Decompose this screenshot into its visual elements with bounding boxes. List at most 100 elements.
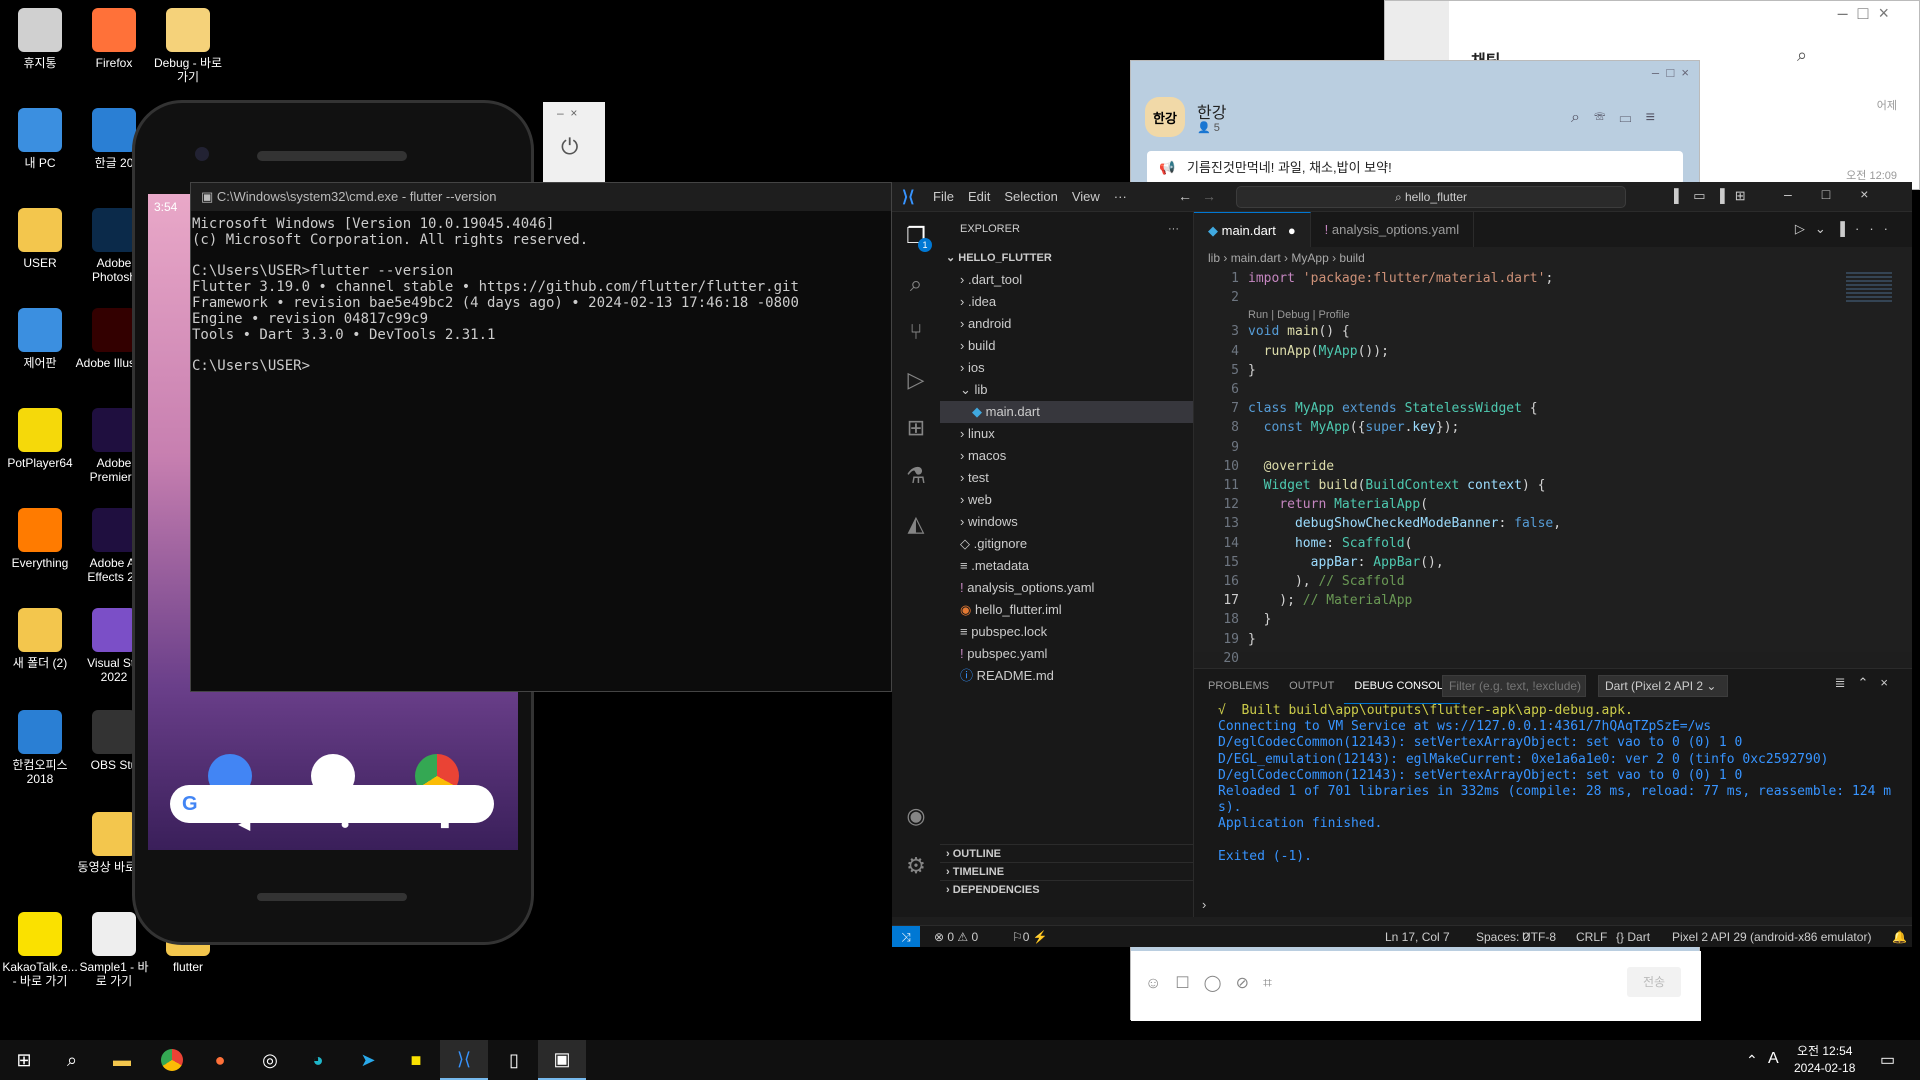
code-line[interactable]: import 'package:flutter/material.dart';	[1248, 269, 1553, 288]
desktop-icon[interactable]: KakaoTalk.e... - 바로 가기	[0, 912, 80, 988]
panel-more-icon[interactable]: ···	[1418, 677, 1431, 692]
obs-icon[interactable]: ◎	[246, 1040, 294, 1080]
menu-item[interactable]: Edit	[961, 182, 997, 212]
code-line[interactable]: void main() {	[1248, 322, 1350, 341]
search-icon[interactable]: ⌕	[1797, 45, 1807, 66]
tree-item[interactable]: ! analysis_options.yaml	[940, 577, 1193, 599]
code-line[interactable]: }	[1248, 610, 1272, 629]
nav-back-icon[interactable]: ←	[1178, 188, 1192, 204]
edge-icon[interactable]: ◕	[294, 1040, 342, 1080]
menu-item[interactable]: View	[1065, 182, 1107, 212]
notepad-icon[interactable]: ▯	[490, 1040, 538, 1080]
terminal-icon[interactable]: ▣	[538, 1040, 586, 1080]
send-button[interactable]: 전송	[1627, 967, 1681, 997]
code-line[interactable]: debugShowCheckedModeBanner: false,	[1248, 514, 1561, 533]
ports-status[interactable]: ⚐0 ⚡	[1012, 926, 1048, 948]
breadcrumb-item[interactable]: lib	[1208, 251, 1220, 265]
device-status[interactable]: Pixel 2 API 29 (android-x86 emulator)	[1672, 926, 1871, 948]
search-icon[interactable]: ⌕	[48, 1040, 96, 1080]
editor-tab[interactable]: ◆ main.dart ●	[1194, 212, 1311, 247]
editor-actions[interactable]: ▷⌄▐···	[1795, 221, 1898, 237]
tree-item[interactable]: › macos	[940, 445, 1193, 467]
tree-item[interactable]: › web	[940, 489, 1193, 511]
start-icon[interactable]: ⊞	[0, 1040, 48, 1080]
desktop-icon[interactable]: 휴지통	[0, 8, 80, 70]
testing-icon[interactable]: ⚗	[892, 452, 940, 500]
tree-item[interactable]: ◇ .gitignore	[940, 533, 1193, 555]
chrome-icon[interactable]	[148, 1040, 196, 1080]
tree-item[interactable]: ≡ .metadata	[940, 555, 1193, 577]
settings-gear-icon[interactable]: ⚙	[892, 842, 940, 890]
code-line[interactable]: return MaterialApp(	[1248, 495, 1428, 514]
cmd-output[interactable]: Microsoft Windows [Version 10.0.19045.40…	[191, 211, 891, 381]
vscode-icon[interactable]: ⟩⟨	[440, 1040, 488, 1080]
tree-item[interactable]: › .dart_tool	[940, 269, 1193, 291]
tree-item[interactable]: › android	[940, 313, 1193, 335]
code-line[interactable]: ), // Scaffold	[1248, 572, 1405, 591]
problems-status[interactable]: ⊗ 0 ⚠ 0	[934, 926, 978, 948]
telegram-icon[interactable]: ➤	[344, 1040, 392, 1080]
clock[interactable]: 오전 12:54 2024-02-18	[1794, 1043, 1855, 1077]
window-controls[interactable]: – ×	[557, 106, 577, 120]
code-line[interactable]: runApp(MyApp());	[1248, 342, 1389, 361]
language-status[interactable]: {} Dart	[1616, 926, 1650, 948]
tree-item[interactable]: ◆ main.dart	[940, 401, 1193, 423]
desktop-icon[interactable]: 제어판	[0, 308, 80, 370]
desktop-icon[interactable]: Everything	[0, 508, 80, 570]
code-line[interactable]: appBar: AppBar(),	[1248, 553, 1444, 572]
desktop-icon[interactable]: USER	[0, 208, 80, 270]
desktop-icon[interactable]: Debug - 바로 가기	[148, 8, 228, 84]
tree-item[interactable]: ⓘ README.md	[940, 665, 1193, 687]
panel-tab[interactable]: PROBLEMS	[1198, 669, 1279, 703]
desktop-icon[interactable]: 내 PC	[0, 108, 80, 170]
code-line[interactable]: }	[1248, 630, 1256, 649]
tree-item[interactable]: › windows	[940, 511, 1193, 533]
tree-item[interactable]: ⌄ lib	[940, 379, 1193, 401]
nav-buttons[interactable]: ◀●■	[148, 814, 518, 834]
tree-item[interactable]: › ios	[940, 357, 1193, 379]
nav-forward-icon[interactable]: →	[1202, 188, 1216, 204]
minimap[interactable]	[1846, 272, 1892, 302]
desktop-icon[interactable]: 한컴오피스 2018	[0, 710, 80, 786]
breadcrumb[interactable]: lib › main.dart › MyApp › build	[1194, 247, 1912, 269]
tree-item[interactable]: ◉ hello_flutter.iml	[940, 599, 1193, 621]
window-controls[interactable]: – □ ×	[1652, 65, 1689, 80]
desktop-icon[interactable]: PotPlayer64	[0, 408, 80, 470]
breadcrumb-item[interactable]: main.dart	[1231, 251, 1281, 265]
notifications-icon[interactable]: 🔔	[1892, 926, 1907, 948]
account-icon[interactable]: ◉	[892, 792, 940, 840]
attach-icons[interactable]: ☺☐◯⊘⌗	[1145, 973, 1286, 993]
layout-toggle-icons[interactable]: ▌▭▐⊞	[1674, 188, 1756, 204]
code-line[interactable]: class MyApp extends StatelessWidget {	[1248, 399, 1538, 418]
window-controls[interactable]: – □ ×	[1838, 3, 1889, 24]
source-control-icon[interactable]: ⑂	[892, 308, 940, 356]
firefox-icon[interactable]: ●	[196, 1040, 244, 1080]
message-input-area[interactable]: ☺☐◯⊘⌗ 전송	[1131, 951, 1701, 1021]
panel-tab[interactable]: OUTPUT	[1279, 669, 1344, 703]
menu-item[interactable]: File	[926, 182, 961, 212]
notice-banner[interactable]: 📢 기름진것만먹네! 과일, 채소,밥이 보약!	[1147, 151, 1683, 185]
desktop-icon[interactable]: Firefox	[74, 8, 154, 70]
explorer-icon[interactable]: ❐ 1	[892, 212, 940, 260]
desktop-icon[interactable]: 새 폴더 (2)	[0, 608, 80, 670]
sidebar-section[interactable]: › OUTLINE	[940, 844, 1193, 862]
more-actions-icon[interactable]: ···	[1168, 212, 1179, 247]
tree-root[interactable]: ⌄ HELLO_FLUTTER	[940, 247, 1193, 269]
tree-item[interactable]: ≡ pubspec.lock	[940, 621, 1193, 643]
console-filter-input[interactable]	[1442, 675, 1586, 697]
code-line[interactable]: const MyApp({super.key});	[1248, 418, 1460, 437]
encoding-status[interactable]: UTF-8	[1522, 926, 1556, 948]
ime-indicator[interactable]: A	[1768, 1050, 1779, 1068]
extensions-icon[interactable]: ⊞	[892, 404, 940, 452]
code-line[interactable]: ); // MaterialApp	[1248, 591, 1412, 610]
panel-actions[interactable]: ≣⌃×	[1835, 675, 1900, 691]
tree-item[interactable]: › test	[940, 467, 1193, 489]
code-line[interactable]: @override	[1248, 457, 1334, 476]
cursor-position[interactable]: Ln 17, Col 7	[1385, 926, 1450, 948]
sidebar-section[interactable]: › DEPENDENCIES	[940, 880, 1193, 898]
breadcrumb-item[interactable]: MyApp	[1291, 251, 1328, 265]
flutter-icon[interactable]: ◭	[892, 500, 940, 548]
power-icon[interactable]: ⏻	[561, 134, 578, 160]
room-toolbar-icons[interactable]: ⌕☏▭≡	[1571, 109, 1669, 127]
tree-item[interactable]: › build	[940, 335, 1193, 357]
